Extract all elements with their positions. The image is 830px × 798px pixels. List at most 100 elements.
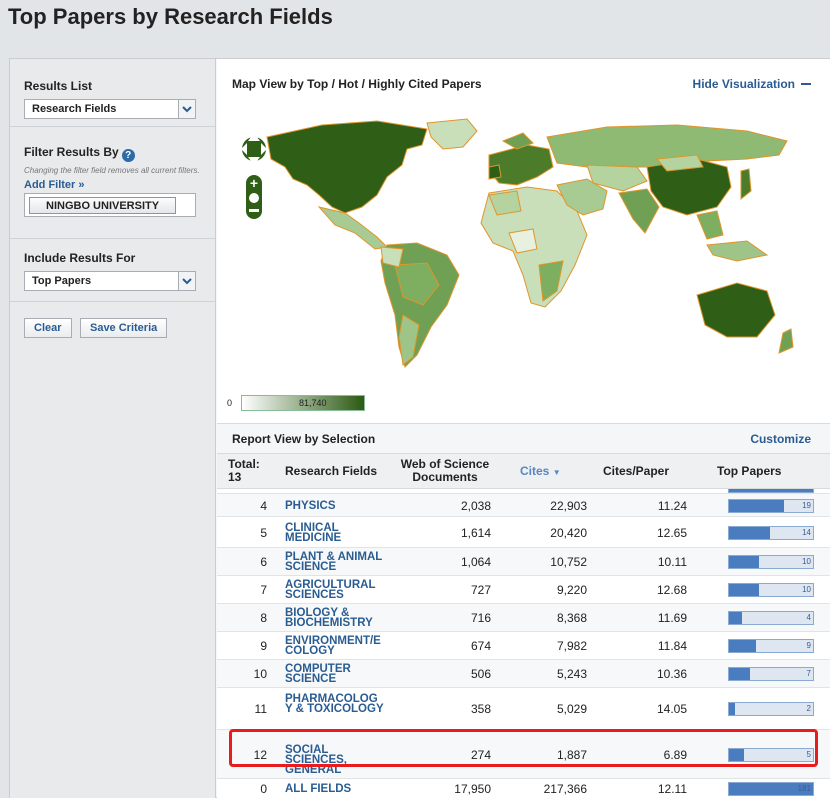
row-rank: 10 — [253, 667, 267, 681]
row-cites-per-paper: 14.05 — [656, 702, 687, 716]
row-rank: 12 — [253, 748, 267, 762]
top-papers-value: 10 — [802, 585, 811, 594]
row-cites-per-paper: 12.68 — [656, 583, 687, 597]
top-papers-bar[interactable]: 5 — [728, 748, 814, 762]
top-papers-value: 5 — [806, 750, 811, 759]
top-papers-value: 10 — [802, 557, 811, 566]
row-field-link[interactable]: CLINICAL MEDICINE — [285, 522, 385, 544]
row-cites: 9,220 — [556, 583, 587, 597]
table-row: 11 PHARMACOLOG Y & TOXICOLOGY 358 5,029 14.0… — [217, 688, 830, 730]
world-map-svg — [266, 118, 794, 368]
hide-visualization-link[interactable]: Hide Visualization — [693, 77, 811, 91]
table-row: 12 SOCIAL SCIENCES, GENERAL 274 1,887 6.89 5 — [217, 730, 830, 779]
row-docs: 17,950 — [454, 782, 491, 796]
chevron-down-icon[interactable] — [178, 272, 195, 290]
top-papers-bar[interactable]: 10 — [728, 555, 814, 569]
chevron-down-icon[interactable] — [178, 100, 195, 118]
legend-max: 81,740 — [299, 398, 327, 408]
row-field-link[interactable]: AGRICULTURAL SCIENCES — [285, 579, 385, 601]
row-field-link[interactable]: BIOLOGY & BIOCHEMISTRY — [285, 607, 385, 629]
top-papers-bar — [728, 489, 814, 493]
row-cites-per-paper: 10.36 — [656, 667, 687, 681]
row-docs: 674 — [470, 639, 491, 653]
clear-button[interactable]: Clear — [24, 318, 72, 338]
sort-desc-icon: ▼ — [552, 468, 561, 477]
row-cites: 5,029 — [556, 702, 587, 716]
row-cites: 22,903 — [550, 499, 587, 513]
report-title: Report View by Selection — [232, 432, 376, 446]
row-field-link[interactable]: SOCIAL SCIENCES, GENERAL — [285, 744, 385, 776]
top-papers-fill — [729, 668, 750, 680]
include-select[interactable]: Top Papers — [24, 271, 196, 291]
include-label: Include Results For — [24, 251, 136, 265]
row-field-link[interactable]: PLANT & ANIMAL SCIENCE — [285, 551, 385, 573]
map-region-india — [618, 188, 660, 234]
top-papers-bar[interactable]: 181 — [728, 782, 814, 796]
top-papers-bar[interactable]: 10 — [728, 583, 814, 597]
map-zoom-controls[interactable]: + — [241, 127, 271, 223]
map-region-japan — [740, 168, 752, 201]
col-cites[interactable]: Cites ▼ — [520, 465, 561, 479]
top-papers-bar[interactable]: 4 — [728, 611, 814, 625]
active-filter-chip[interactable]: NINGBO UNIVERSITY — [29, 197, 177, 214]
row-field-link[interactable]: ENVIRONMENT/E COLOGY — [285, 635, 385, 657]
row-docs: 1,614 — [460, 526, 491, 540]
results-list-select[interactable]: Research Fields — [24, 99, 196, 119]
row-cites-per-paper: 6.89 — [663, 748, 687, 762]
table-row: 4 PHYSICS 2,038 22,903 11.24 19 — [217, 494, 830, 517]
table-row: 10 COMPUTER SCIENCE 506 5,243 10.36 7 — [217, 660, 830, 688]
page-title: Top Papers by Research Fields — [8, 4, 333, 29]
help-icon[interactable]: ? — [121, 149, 135, 162]
col-research-fields[interactable]: Research Fields — [285, 465, 377, 478]
save-criteria-button[interactable]: Save Criteria — [79, 318, 168, 338]
row-field-link[interactable]: COMPUTER SCIENCE — [285, 663, 385, 685]
main-frame: Results List Research Fields Filter Resu… — [9, 58, 830, 798]
row-rank: 5 — [260, 526, 267, 540]
total-count: 13 — [228, 470, 242, 484]
row-cites-per-paper: 11.84 — [657, 639, 687, 653]
top-papers-fill — [729, 556, 759, 568]
results-list-label: Results List — [24, 79, 93, 93]
filter-note: Changing the filter field removes all cu… — [24, 166, 200, 175]
top-papers-bar[interactable]: 9 — [728, 639, 814, 653]
top-papers-fill — [729, 584, 759, 596]
customize-link[interactable]: Customize — [750, 432, 811, 446]
map-region-central-america — [317, 206, 389, 250]
top-papers-bar[interactable]: 19 — [728, 499, 814, 513]
add-filter-link[interactable]: Add Filter » — [24, 179, 201, 191]
row-cites: 7,982 — [556, 639, 587, 653]
results-list-value: Research Fields — [32, 103, 117, 115]
top-papers-bar[interactable]: 2 — [728, 702, 814, 716]
row-docs: 506 — [470, 667, 491, 681]
row-rank: 7 — [260, 583, 267, 597]
top-papers-fill — [729, 527, 770, 539]
world-map[interactable]: + — [227, 115, 827, 415]
legend-min: 0 — [227, 398, 233, 408]
row-rank: 6 — [260, 555, 267, 569]
minus-icon — [801, 83, 811, 85]
map-region-australia — [696, 282, 776, 338]
row-docs: 1,064 — [460, 555, 491, 569]
map-region-new-zealand — [778, 328, 794, 354]
top-papers-value: 2 — [806, 704, 811, 713]
svg-text:+: + — [250, 175, 258, 191]
col-top-papers[interactable]: Top Papers — [717, 465, 781, 478]
top-papers-bar[interactable]: 14 — [728, 526, 814, 540]
row-cites: 8,368 — [556, 611, 587, 625]
row-docs: 727 — [470, 583, 491, 597]
top-papers-bar[interactable]: 7 — [728, 667, 814, 681]
row-field-link[interactable]: PHYSICS — [285, 500, 385, 512]
row-cites-per-paper: 11.24 — [657, 499, 687, 513]
results-list-section: Results List Research Fields — [10, 59, 215, 127]
row-field-link[interactable]: ALL FIELDS — [285, 783, 385, 795]
top-papers-value: 7 — [806, 669, 811, 678]
col-cites-per-paper[interactable]: Cites/Paper — [603, 465, 669, 478]
table-row: 9 ENVIRONMENT/E COLOGY 674 7,982 11.84 9 — [217, 632, 830, 660]
filter-section: Filter Results By? Changing the filter f… — [10, 127, 215, 239]
filter-field[interactable]: NINGBO UNIVERSITY — [24, 193, 196, 217]
table-row: 8 BIOLOGY & BIOCHEMISTRY 716 8,368 11.69 4 — [217, 604, 830, 632]
row-field-link[interactable]: PHARMACOLOG Y & TOXICOLOGY — [285, 693, 385, 715]
include-section: Include Results For Top Papers — [10, 239, 215, 302]
row-cites: 1,887 — [556, 748, 587, 762]
col-wos-documents[interactable]: Web of Science Documents — [399, 458, 491, 484]
